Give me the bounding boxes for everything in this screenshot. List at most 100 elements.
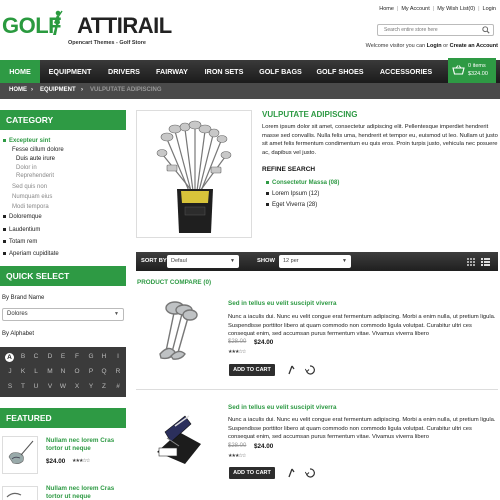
refine-item[interactable]: Eget Viverra (28) <box>266 202 317 208</box>
create-account-link[interactable]: Create an Account <box>450 43 498 49</box>
alpha-letter[interactable]: Q <box>99 368 109 375</box>
alpha-letter[interactable]: K <box>18 368 28 375</box>
wishlist-icon[interactable] <box>305 468 315 478</box>
golfer-logo-icon <box>53 10 63 35</box>
alpha-letter[interactable]: X <box>72 383 82 390</box>
category-item[interactable]: Fesse cillum dolore <box>12 147 64 153</box>
alpha-letter[interactable]: O <box>72 368 82 375</box>
grid-view-icon[interactable] <box>467 258 475 266</box>
category-item[interactable]: Dolor in <box>16 165 37 171</box>
alpha-letter[interactable]: S <box>5 383 15 390</box>
cart-items: 0 items <box>468 63 486 69</box>
sort-select[interactable]: Defaul ▼ <box>167 255 239 268</box>
alpha-letter[interactable]: Y <box>86 383 96 390</box>
list-view-icon[interactable] <box>481 258 490 266</box>
breadcrumb-equipment[interactable]: EQUIPMENT <box>40 87 76 93</box>
sort-toolbar: SORT BY Defaul ▼ SHOW 12 per ▼ <box>136 252 498 271</box>
login-link[interactable]: Login <box>427 43 442 49</box>
alpha-letter[interactable]: H <box>99 353 109 360</box>
category-item[interactable]: Modi tempora <box>12 204 49 210</box>
nav-fairway[interactable]: FAIRWAY <box>149 60 195 83</box>
alpha-letter[interactable]: E <box>58 353 68 360</box>
alpha-letter[interactable]: D <box>45 353 55 360</box>
refine-item[interactable]: Consectetur Massa (08) <box>266 180 339 186</box>
alpha-letter[interactable]: L <box>31 368 41 375</box>
search-input[interactable] <box>378 25 478 35</box>
category-item[interactable]: Duis aute irure <box>16 156 55 162</box>
show-select[interactable]: 12 per ▼ <box>279 255 351 268</box>
category-item[interactable]: Reprehenderit <box>16 173 54 179</box>
sort-label: SORT BY <box>141 258 167 264</box>
alpha-letter[interactable]: W <box>58 383 68 390</box>
alpha-letter[interactable]: N <box>58 368 68 375</box>
toplink-my-account[interactable]: My Account <box>401 6 429 12</box>
add-to-cart-button[interactable]: ADD TO CART <box>229 467 275 479</box>
golf-clubs-image <box>159 301 198 360</box>
breadcrumb-home[interactable]: HOME <box>9 87 27 93</box>
alpha-letter[interactable]: V <box>45 383 55 390</box>
alpha-letter[interactable]: R <box>113 368 123 375</box>
search-icon[interactable] <box>482 26 490 34</box>
category-item[interactable]: Laudentium <box>3 227 40 233</box>
cart-icon <box>452 65 465 75</box>
alpha-letter[interactable]: M <box>45 368 55 375</box>
category-item[interactable]: Doloremque <box>3 214 42 220</box>
breadcrumb: HOME › EQUIPMENT › VULPUTATE ADIPISCING <box>0 83 500 99</box>
category-item[interactable]: Totam rem <box>3 239 37 245</box>
alpha-letter[interactable]: T <box>18 383 28 390</box>
listing-description: Nunc a iaculis dui. Nunc eu velit congue… <box>228 314 496 337</box>
toplink-wishlist[interactable]: My Wish List(0) <box>437 6 475 12</box>
listing-product-image[interactable] <box>145 296 217 362</box>
product-compare-link[interactable]: PRODUCT COMPARE (0) <box>137 279 211 286</box>
alpha-letter[interactable]: C <box>31 353 41 360</box>
nav-drivers[interactable]: DRIVERS <box>100 60 148 83</box>
alpha-letter[interactable]: # <box>113 383 123 390</box>
alpha-letter[interactable]: J <box>5 368 15 375</box>
alpha-letter[interactable]: I <box>113 353 123 360</box>
featured-product-image[interactable] <box>2 486 38 500</box>
chevron-down-icon: ▼ <box>230 258 235 264</box>
featured-product-title[interactable]: Nullam nec lorem Cras tortor ut neque <box>46 485 126 500</box>
alpha-letter[interactable]: G <box>86 353 96 360</box>
listing-title[interactable]: Sed in tellus eu velit suscipit viverra <box>228 300 337 307</box>
cart-summary[interactable]: 0 items $324.00 <box>448 58 496 85</box>
category-item[interactable]: Aperiam cupiditate <box>3 251 59 257</box>
refine-item[interactable]: Lorem Ipsum (12) <box>266 191 319 197</box>
category-item[interactable]: Excepteur sint <box>3 138 50 144</box>
welcome-text: Welcome visitor you can Login or Create … <box>365 43 498 49</box>
listing-divider <box>136 389 498 390</box>
toplink-home[interactable]: Home <box>379 6 394 12</box>
alpha-letter[interactable]: U <box>31 383 41 390</box>
alpha-letter[interactable]: A <box>5 353 14 362</box>
cart-total: $324.00 <box>468 71 488 77</box>
listing-old-price: $28.00 <box>228 443 247 449</box>
featured-product-title[interactable]: Nullam nec lorem Cras tortor ut neque <box>46 437 126 453</box>
listing-product-image[interactable] <box>145 402 217 466</box>
alpha-letter[interactable]: F <box>72 353 82 360</box>
featured-product-image[interactable] <box>2 436 38 474</box>
nav-accessories[interactable]: ACCESSORIES <box>372 60 440 83</box>
nav-home[interactable]: HOME <box>0 60 40 83</box>
brand-select[interactable]: Dolores ▼ <box>2 308 124 321</box>
site-logo[interactable]: GOLF ATTIRAIL <box>2 13 172 39</box>
nav-iron-sets[interactable]: IRON SETS <box>196 60 252 83</box>
golf-club-image <box>8 440 34 464</box>
listing-title[interactable]: Sed in tellus eu velit suscipit viverra <box>228 404 337 411</box>
alpha-letter[interactable]: B <box>18 353 28 360</box>
main-nav: HOME EQUIPMENT DRIVERS FAIRWAY IRON SETS… <box>0 60 500 83</box>
nav-golf-shoes[interactable]: GOLF SHOES <box>309 60 371 83</box>
alpha-letter[interactable]: Z <box>99 383 109 390</box>
compare-icon[interactable] <box>287 468 296 478</box>
wishlist-icon[interactable] <box>305 365 315 375</box>
toplink-login[interactable]: Login <box>483 6 496 12</box>
compare-icon[interactable] <box>287 365 296 375</box>
chevron-right-icon: › <box>31 87 33 93</box>
nav-golf-bags[interactable]: GOLF BAGS <box>252 60 309 83</box>
product-main-image[interactable] <box>136 110 252 238</box>
category-item[interactable]: Numquam eius <box>12 194 52 200</box>
category-item[interactable]: Sed quis non <box>12 184 47 190</box>
nav-equipment[interactable]: EQUIPMENT <box>41 60 99 83</box>
alpha-letter[interactable]: P <box>86 368 96 375</box>
listing-description: Nunc a iaculis dui. Nunc eu velit congue… <box>228 417 496 440</box>
add-to-cart-button[interactable]: ADD TO CART <box>229 364 275 376</box>
